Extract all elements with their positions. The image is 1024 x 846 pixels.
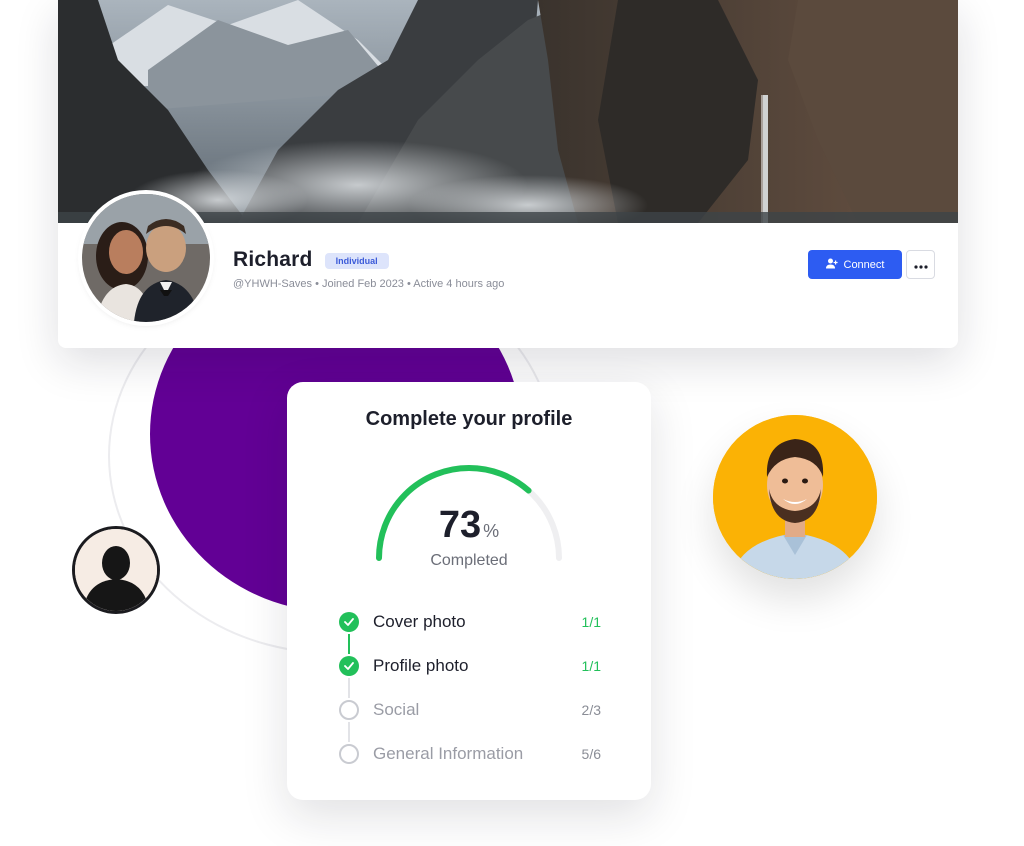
empty-circle-icon: [339, 700, 359, 720]
completion-percent: 73: [438, 504, 482, 546]
step-connector: [348, 678, 350, 698]
profile-name: Richard: [233, 248, 313, 271]
empty-circle-icon: [339, 744, 359, 764]
step-item[interactable]: Social 2/3: [339, 698, 601, 722]
profile-avatar[interactable]: [82, 194, 210, 322]
completion-label: Completed: [430, 552, 508, 569]
more-horizontal-icon: [913, 256, 928, 274]
connect-button[interactable]: Connect: [808, 250, 902, 279]
step-count: 5/6: [581, 746, 601, 762]
step-connector: [348, 634, 350, 654]
step-connector: [348, 722, 350, 742]
connect-label: Connect: [843, 258, 885, 271]
step-count: 2/3: [581, 702, 601, 718]
step-count: 1/1: [581, 658, 601, 674]
step-label: Profile photo: [373, 656, 469, 675]
profile-name-row: Richard Individual: [233, 248, 389, 272]
user-silhouette-avatar[interactable]: [72, 526, 160, 614]
step-label: Social: [373, 700, 420, 719]
check-circle-icon: [339, 656, 359, 676]
step-count: 1/1: [581, 614, 601, 630]
add-user-icon: [825, 258, 838, 272]
step-label: General Information: [373, 744, 524, 763]
step-item[interactable]: Cover photo 1/1: [339, 610, 601, 634]
cover-photo: [58, 0, 958, 223]
completion-percent-row: 73%: [287, 504, 651, 547]
profile-completion-card: Complete your profile 73% Completed Cove…: [287, 382, 651, 800]
more-options-button[interactable]: [906, 250, 935, 279]
step-item[interactable]: Profile photo 1/1: [339, 654, 601, 678]
completion-title: Complete your profile: [365, 408, 573, 430]
profile-meta: @YHWH-Saves • Joined Feb 2023 • Active 4…: [233, 278, 505, 290]
account-type-badge: Individual: [324, 253, 389, 269]
step-label: Cover photo: [373, 612, 466, 631]
user-avatar[interactable]: [713, 415, 877, 579]
percent-sign: %: [483, 521, 500, 541]
check-circle-icon: [339, 612, 359, 632]
step-item[interactable]: General Information 5/6: [339, 742, 601, 766]
